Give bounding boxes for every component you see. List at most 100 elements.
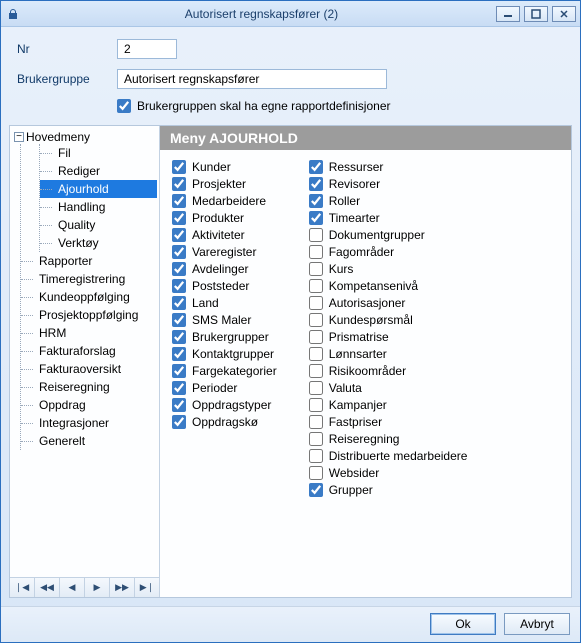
own-reports-label[interactable]: Brukergruppen skal ha egne rapportdefini… — [137, 99, 391, 113]
checkbox-item[interactable]: Roller — [309, 194, 468, 208]
checkbox[interactable] — [309, 211, 323, 225]
checkbox-item[interactable]: Perioder — [172, 381, 277, 395]
checkbox-item[interactable]: Brukergrupper — [172, 330, 277, 344]
checkbox[interactable] — [172, 245, 186, 259]
checkbox[interactable] — [172, 228, 186, 242]
checkbox[interactable] — [309, 228, 323, 242]
checkbox[interactable] — [309, 160, 323, 174]
checkbox[interactable] — [172, 194, 186, 208]
checkbox[interactable] — [309, 483, 323, 497]
tree-item[interactable]: Fakturaoversikt — [21, 360, 157, 378]
checkbox-item[interactable]: Lønnsarter — [309, 347, 468, 361]
checkbox[interactable] — [309, 398, 323, 412]
checkbox-item[interactable]: Websider — [309, 466, 468, 480]
checkbox-item[interactable]: Medarbeidere — [172, 194, 277, 208]
checkbox[interactable] — [172, 279, 186, 293]
checkbox[interactable] — [309, 381, 323, 395]
nav-prev[interactable]: ◀ — [60, 578, 85, 597]
nr-input[interactable] — [117, 39, 177, 59]
ok-button[interactable]: Ok — [430, 613, 496, 635]
checkbox-item[interactable]: Kompetansenivå — [309, 279, 468, 293]
checkbox[interactable] — [309, 364, 323, 378]
tree-root[interactable]: − Hovedmeny — [14, 130, 157, 144]
checkbox-item[interactable]: Fargekategorier — [172, 364, 277, 378]
checkbox-item[interactable]: Autorisasjoner — [309, 296, 468, 310]
checkbox-item[interactable]: Fagområder — [309, 245, 468, 259]
tree-item[interactable]: Verktøy — [40, 234, 157, 252]
own-reports-checkbox[interactable] — [117, 99, 131, 113]
checkbox[interactable] — [309, 347, 323, 361]
tree-item[interactable]: Rediger — [40, 162, 157, 180]
checkbox[interactable] — [309, 415, 323, 429]
nav-next[interactable]: ▶ — [85, 578, 110, 597]
checkbox-item[interactable]: Reiseregning — [309, 432, 468, 446]
tree[interactable]: − Hovedmeny FilRedigerAjourholdHandlingQ… — [10, 126, 159, 577]
checkbox-item[interactable]: Produkter — [172, 211, 277, 225]
tree-item[interactable]: Rapporter — [21, 252, 157, 270]
nav-next-page[interactable]: ▶▶ — [110, 578, 135, 597]
checkbox-item[interactable]: Fastpriser — [309, 415, 468, 429]
checkbox-item[interactable]: Kundespørsmål — [309, 313, 468, 327]
checkbox[interactable] — [172, 296, 186, 310]
checkbox-item[interactable]: Land — [172, 296, 277, 310]
checkbox-item[interactable]: Kurs — [309, 262, 468, 276]
tree-item[interactable]: Reiseregning — [21, 378, 157, 396]
checkbox[interactable] — [172, 364, 186, 378]
checkbox-item[interactable]: Poststeder — [172, 279, 277, 293]
checkbox[interactable] — [172, 160, 186, 174]
checkbox-item[interactable]: Prosjekter — [172, 177, 277, 191]
checkbox[interactable] — [172, 415, 186, 429]
tree-item[interactable]: Integrasjoner — [21, 414, 157, 432]
checkbox[interactable] — [172, 347, 186, 361]
checkbox[interactable] — [309, 449, 323, 463]
checkbox[interactable] — [172, 262, 186, 276]
checkbox[interactable] — [172, 211, 186, 225]
tree-item[interactable]: Prosjektoppfølging — [21, 306, 157, 324]
checkbox-item[interactable]: Timearter — [309, 211, 468, 225]
checkbox-item[interactable]: Aktiviteter — [172, 228, 277, 242]
tree-item[interactable]: Handling — [40, 198, 157, 216]
tree-item[interactable]: Fakturaforslag — [21, 342, 157, 360]
nav-last[interactable]: ▶❘ — [135, 578, 159, 597]
checkbox[interactable] — [309, 466, 323, 480]
group-input[interactable] — [117, 69, 387, 89]
checkbox-item[interactable]: Ressurser — [309, 160, 468, 174]
checkbox-item[interactable]: SMS Maler — [172, 313, 277, 327]
nav-first[interactable]: ❘◀ — [10, 578, 35, 597]
close-button[interactable] — [552, 6, 576, 22]
tree-item[interactable]: HRM — [21, 324, 157, 342]
tree-item[interactable]: Fil — [40, 144, 157, 162]
checkbox[interactable] — [172, 398, 186, 412]
checkbox-item[interactable]: Avdelinger — [172, 262, 277, 276]
checkbox[interactable] — [309, 262, 323, 276]
checkbox[interactable] — [172, 177, 186, 191]
checkbox[interactable] — [172, 313, 186, 327]
tree-item[interactable]: Generelt — [21, 432, 157, 450]
checkbox-item[interactable]: Dokumentgrupper — [309, 228, 468, 242]
tree-item[interactable]: Quality — [40, 216, 157, 234]
checkbox-item[interactable]: Kontaktgrupper — [172, 347, 277, 361]
checkbox-item[interactable]: Oppdragstyper — [172, 398, 277, 412]
nav-prev-page[interactable]: ◀◀ — [35, 578, 60, 597]
tree-item[interactable]: Ajourhold — [40, 180, 157, 198]
checkbox[interactable] — [309, 177, 323, 191]
checkbox-item[interactable]: Kampanjer — [309, 398, 468, 412]
checkbox[interactable] — [309, 279, 323, 293]
maximize-button[interactable] — [524, 6, 548, 22]
checkbox-item[interactable]: Risikoområder — [309, 364, 468, 378]
minimize-button[interactable] — [496, 6, 520, 22]
cancel-button[interactable]: Avbryt — [504, 613, 570, 635]
checkbox[interactable] — [309, 313, 323, 327]
checkbox-item[interactable]: Kunder — [172, 160, 277, 174]
checkbox-item[interactable]: Grupper — [309, 483, 468, 497]
checkbox[interactable] — [172, 381, 186, 395]
checkbox[interactable] — [309, 296, 323, 310]
tree-item[interactable]: Oppdrag — [21, 396, 157, 414]
checkbox[interactable] — [309, 432, 323, 446]
checkbox[interactable] — [309, 245, 323, 259]
checkbox-item[interactable]: Prismatrise — [309, 330, 468, 344]
checkbox-item[interactable]: Oppdragskø — [172, 415, 277, 429]
checkbox[interactable] — [309, 194, 323, 208]
checkbox[interactable] — [309, 330, 323, 344]
checkbox-item[interactable]: Vareregister — [172, 245, 277, 259]
